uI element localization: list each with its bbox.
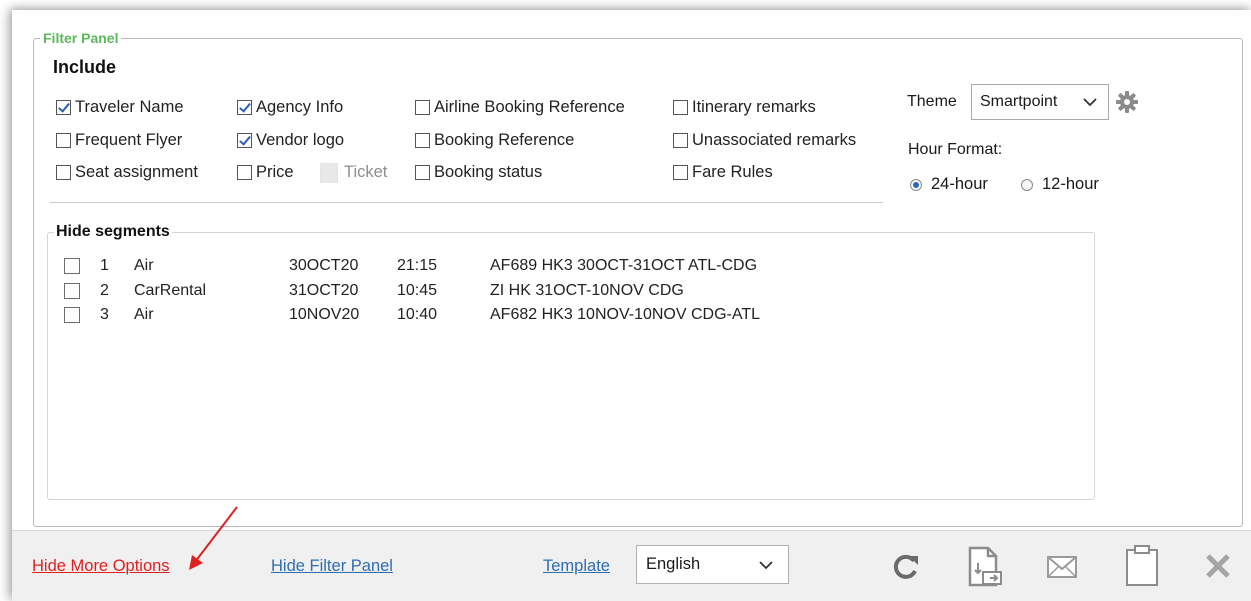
segment-time: 10:45 [397, 282, 438, 299]
checkbox-seat-assignment[interactable]: Seat assignment [56, 163, 198, 182]
radio-24-hour-label: 24-hour [931, 175, 988, 193]
filter-panel-legend: Filter Panel [43, 30, 119, 46]
theme-select-value: Smartpoint [980, 93, 1058, 110]
radio-12-hour-label: 12-hour [1042, 175, 1099, 193]
checkbox-traveler-name-box[interactable] [56, 100, 71, 115]
hour-format-label: Hour Format: [908, 141, 1003, 158]
radio-12-hour[interactable]: 12-hour [1021, 175, 1099, 194]
checkbox-vendor-logo[interactable]: Vendor logo [237, 131, 344, 150]
segment-row: 3 Air 10NOV20 10:40 AF682 HK3 10NOV-10NO… [64, 304, 760, 326]
checkbox-booking-status[interactable]: Booking status [415, 163, 542, 182]
hide-more-options-link[interactable]: Hide More Options [32, 557, 170, 576]
checkbox-seat-assignment-box[interactable] [56, 165, 71, 180]
ticket-field [320, 163, 338, 183]
checkbox-agency-info-label: Agency Info [256, 98, 344, 116]
refresh-icon[interactable] [892, 552, 922, 582]
checkbox-price-box[interactable] [237, 165, 252, 180]
segment-type: Air [134, 257, 154, 274]
document-export-icon[interactable] [966, 545, 1004, 589]
checkbox-unassociated-remarks-label: Unassociated remarks [692, 131, 857, 149]
hide-segments-legend: Hide segments [56, 223, 170, 240]
clipboard-icon[interactable] [1124, 544, 1160, 588]
segment-checkbox[interactable] [64, 258, 80, 274]
chevron-down-icon [759, 561, 773, 570]
segment-description: ZI HK 31OCT-10NOV CDG [490, 282, 684, 299]
email-icon[interactable] [1046, 555, 1078, 579]
segment-time: 10:40 [397, 306, 438, 323]
theme-label: Theme [907, 93, 957, 110]
checkbox-booking-status-label: Booking status [434, 163, 543, 181]
checkbox-fare-rules-box[interactable] [673, 165, 688, 180]
segment-type: Air [134, 306, 154, 323]
checkbox-agency-info-box[interactable] [237, 100, 252, 115]
checkbox-price[interactable]: Price [237, 163, 294, 182]
checkbox-airline-booking-reference-label: Airline Booking Reference [434, 98, 625, 116]
chevron-down-icon [1083, 98, 1097, 107]
segment-number: 1 [100, 257, 109, 274]
checkbox-frequent-flyer-label: Frequent Flyer [75, 131, 183, 149]
checkbox-booking-reference-label: Booking Reference [434, 131, 575, 149]
language-select-value: English [646, 555, 701, 573]
segment-date: 31OCT20 [289, 282, 359, 299]
segment-checkbox[interactable] [64, 307, 80, 323]
include-title: Include [53, 57, 117, 77]
checkbox-price-label: Price [256, 163, 294, 181]
checkbox-agency-info[interactable]: Agency Info [237, 98, 343, 117]
radio-24-hour-dot[interactable] [910, 178, 922, 191]
segment-description: AF682 HK3 10NOV-10NOV CDG-ATL [490, 306, 761, 323]
segment-description: AF689 HK3 30OCT-31OCT ATL-CDG [490, 257, 758, 274]
language-select[interactable]: English [636, 545, 789, 584]
radio-12-hour-dot[interactable] [1021, 178, 1033, 191]
checkbox-airline-booking-reference[interactable]: Airline Booking Reference [415, 98, 625, 117]
checkbox-itinerary-remarks[interactable]: Itinerary remarks [673, 98, 816, 117]
segment-row: 2 CarRental 31OCT20 10:45 ZI HK 31OCT-10… [64, 280, 684, 302]
segment-time: 21:15 [397, 257, 438, 274]
gear-icon[interactable] [1115, 90, 1139, 114]
checkbox-traveler-name[interactable]: Traveler Name [56, 98, 184, 117]
segment-number: 3 [100, 306, 109, 323]
checkbox-unassociated-remarks[interactable]: Unassociated remarks [673, 131, 856, 150]
template-link[interactable]: Template [543, 557, 610, 576]
segment-number: 2 [100, 282, 109, 299]
theme-select[interactable]: Smartpoint [971, 84, 1109, 120]
checkbox-vendor-logo-label: Vendor logo [256, 131, 345, 149]
segment-type: CarRental [134, 282, 207, 299]
segment-date: 10NOV20 [289, 306, 360, 323]
checkbox-itinerary-remarks-label: Itinerary remarks [692, 98, 816, 116]
radio-24-hour[interactable]: 24-hour [910, 175, 988, 194]
close-icon[interactable] [1204, 552, 1232, 580]
checkbox-booking-reference-box[interactable] [415, 133, 430, 148]
segment-checkbox[interactable] [64, 283, 80, 299]
checkbox-frequent-flyer[interactable]: Frequent Flyer [56, 131, 182, 150]
include-divider [50, 202, 883, 203]
checkbox-traveler-name-label: Traveler Name [75, 98, 184, 116]
checkbox-booking-reference[interactable]: Booking Reference [415, 131, 574, 150]
checkbox-airline-booking-reference-box[interactable] [415, 100, 430, 115]
checkbox-seat-assignment-label: Seat assignment [75, 163, 198, 181]
checkbox-frequent-flyer-box[interactable] [56, 133, 71, 148]
ticket-label: Ticket [344, 163, 388, 181]
checkbox-fare-rules[interactable]: Fare Rules [673, 163, 773, 182]
checkbox-itinerary-remarks-box[interactable] [673, 100, 688, 115]
checkbox-vendor-logo-box[interactable] [237, 133, 252, 148]
checkbox-booking-status-box[interactable] [415, 165, 430, 180]
segment-row: 1 Air 30OCT20 21:15 AF689 HK3 30OCT-31OC… [64, 255, 757, 277]
checkbox-fare-rules-label: Fare Rules [692, 163, 773, 181]
segment-date: 30OCT20 [289, 257, 359, 274]
annotation-arrow [189, 506, 238, 570]
hide-filter-panel-link[interactable]: Hide Filter Panel [271, 557, 393, 576]
checkbox-unassociated-remarks-box[interactable] [673, 133, 688, 148]
